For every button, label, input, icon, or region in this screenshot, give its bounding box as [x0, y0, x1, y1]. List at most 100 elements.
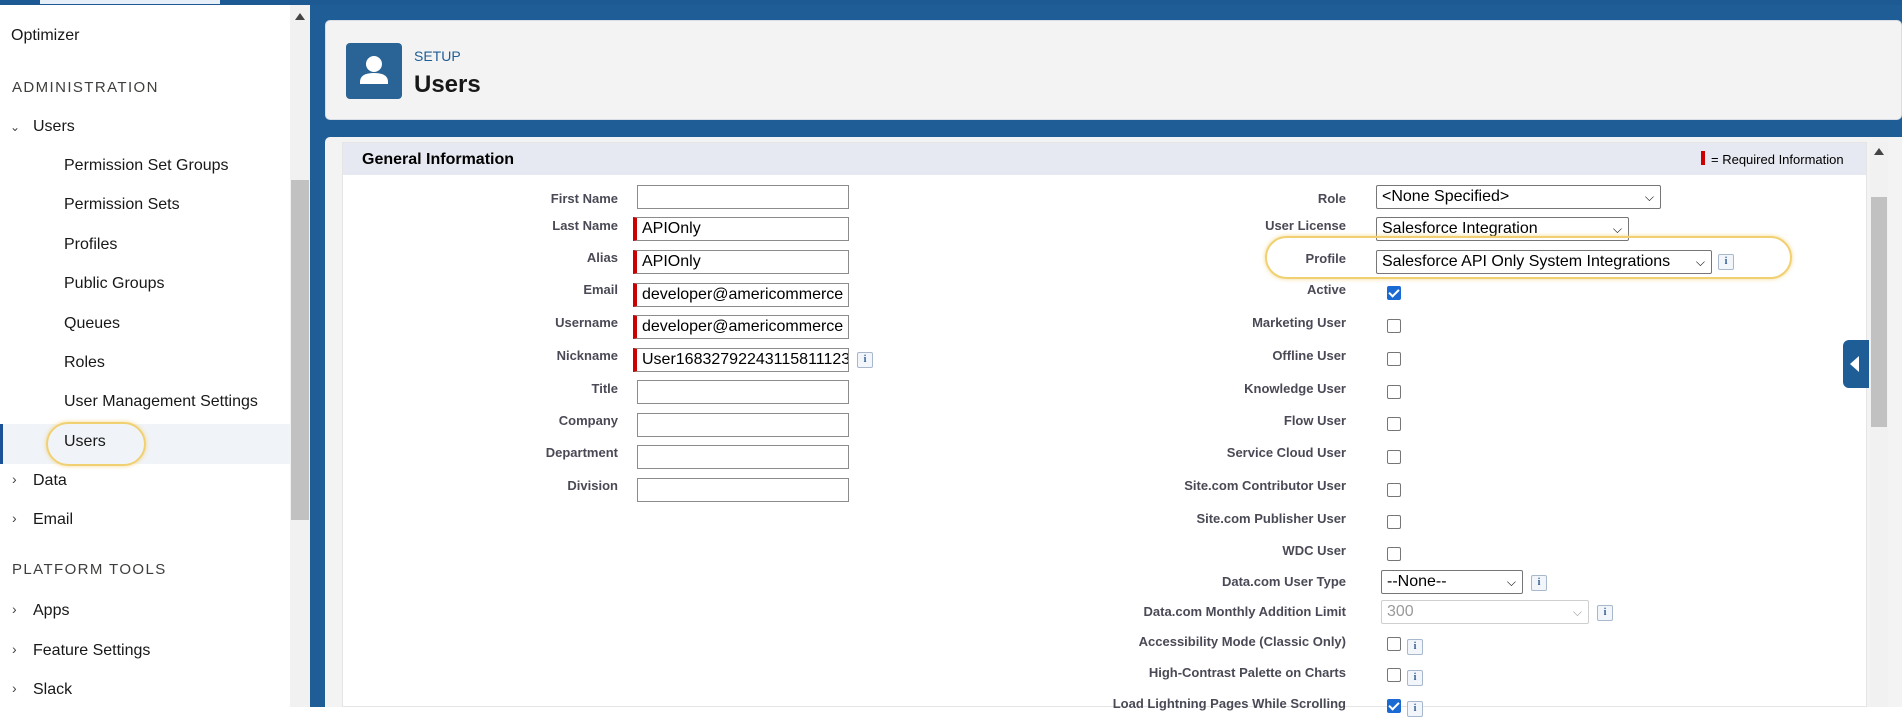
high-contrast-label: High-Contrast Palette on Charts [1148, 665, 1346, 680]
company-input[interactable] [637, 413, 849, 437]
sidebar-item-queues[interactable]: Queues [64, 315, 120, 333]
first-name-input[interactable] [637, 185, 849, 209]
user-license-label: User License [1265, 218, 1346, 233]
sidebar-item-public-groups[interactable]: Public Groups [64, 275, 165, 293]
alias-input[interactable]: APIOnly [633, 250, 849, 274]
site-publisher-checkbox[interactable] [1387, 515, 1401, 529]
load-lightning-checkbox[interactable] [1387, 699, 1401, 713]
accessibility-mode-label: Accessibility Mode (Classic Only) [1138, 634, 1346, 649]
title-input[interactable] [637, 380, 849, 404]
scroll-up-arrow-icon[interactable] [1874, 148, 1884, 155]
chevron-down-icon: ⌵ [1695, 255, 1705, 269]
email-label: Email [583, 282, 618, 297]
accessibility-mode-checkbox[interactable] [1387, 637, 1401, 651]
datacom-user-type-select[interactable]: --None-- ⌵ [1381, 570, 1523, 594]
chevron-down-icon: ⌵ [1572, 605, 1582, 619]
last-name-label: Last Name [552, 218, 618, 233]
flow-user-checkbox[interactable] [1387, 417, 1401, 431]
main-scroll-thumb[interactable] [1871, 197, 1887, 427]
datacom-monthly-limit-label: Data.com Monthly Addition Limit [1143, 604, 1346, 619]
flow-user-label: Flow User [1283, 413, 1346, 428]
nickname-label: Nickname [556, 348, 618, 363]
first-name-label: First Name [550, 191, 618, 206]
section-header: General Information = Required Informati… [343, 143, 1866, 175]
content-panel: General Information = Required Informati… [325, 137, 1902, 717]
site-publisher-label: Site.com Publisher User [1196, 511, 1346, 526]
knowledge-user-checkbox[interactable] [1387, 385, 1401, 399]
sidebar-scrollbar[interactable] [290, 5, 310, 707]
user-edit-form: General Information = Required Informati… [342, 142, 1867, 717]
section-title: General Information [362, 151, 515, 168]
nickname-input[interactable]: User16832792243115811123 [633, 348, 849, 372]
load-lightning-info-icon[interactable]: i [1407, 701, 1423, 717]
username-input[interactable]: developer@americommerce [633, 315, 849, 339]
collapse-panel-button[interactable] [1843, 340, 1869, 388]
sidebar-item-users-group[interactable]: Users [33, 118, 75, 136]
sidebar-item-permission-sets[interactable]: Permission Sets [64, 196, 180, 214]
chevron-right-icon[interactable]: › [12, 471, 17, 487]
chevron-down-icon[interactable]: ⌄ [10, 120, 20, 134]
wdc-user-checkbox[interactable] [1387, 547, 1401, 561]
role-value: <None Specified> [1382, 188, 1510, 205]
offline-user-label: Offline User [1272, 348, 1346, 363]
chevron-left-icon [1850, 356, 1859, 372]
profile-value: Salesforce API Only System Integrations [1382, 253, 1671, 270]
title-label: Title [591, 381, 619, 396]
load-lightning-label: Load Lightning Pages While Scrolling [1112, 696, 1346, 711]
username-label: Username [555, 315, 618, 330]
sidebar-scroll-thumb[interactable] [291, 180, 309, 520]
accessibility-mode-info-icon[interactable]: i [1407, 639, 1423, 655]
service-cloud-user-label: Service Cloud User [1226, 445, 1346, 460]
marketing-user-label: Marketing User [1252, 315, 1346, 330]
sidebar-item-feature-settings[interactable]: Feature Settings [33, 642, 150, 660]
sidebar-item-apps[interactable]: Apps [33, 602, 69, 620]
active-label: Active [1306, 282, 1346, 297]
scroll-up-arrow-icon[interactable] [295, 13, 305, 20]
service-cloud-user-checkbox[interactable] [1387, 450, 1401, 464]
datacom-user-type-value: --None-- [1387, 573, 1447, 590]
sidebar-item-user-management-settings[interactable]: User Management Settings [64, 393, 258, 411]
profile-select[interactable]: Salesforce API Only System Integrations ⌵ [1376, 250, 1712, 274]
datacom-user-type-info-icon[interactable]: i [1531, 575, 1547, 591]
sidebar-item-slack[interactable]: Slack [33, 681, 72, 699]
sidebar-item-permission-set-groups[interactable]: Permission Set Groups [64, 157, 229, 175]
role-select[interactable]: <None Specified> ⌵ [1376, 185, 1661, 209]
sidebar-item-email[interactable]: Email [33, 511, 73, 529]
chevron-down-icon: ⌵ [1506, 575, 1516, 589]
required-marker [1701, 151, 1705, 165]
user-icon [346, 43, 402, 99]
site-contributor-checkbox[interactable] [1387, 483, 1401, 497]
chevron-right-icon[interactable]: › [12, 641, 17, 657]
high-contrast-info-icon[interactable]: i [1407, 670, 1423, 686]
sidebar-heading-administration: ADMINISTRATION [12, 79, 159, 96]
division-input[interactable] [637, 478, 849, 502]
high-contrast-checkbox[interactable] [1387, 668, 1401, 682]
page-title: Users [414, 71, 481, 98]
marketing-user-checkbox[interactable] [1387, 319, 1401, 333]
required-legend: = Required Information [1711, 152, 1844, 167]
browser-tab-strip [40, 0, 220, 4]
department-label: Department [545, 445, 618, 460]
sidebar-item-roles[interactable]: Roles [64, 354, 105, 372]
chevron-right-icon[interactable]: › [12, 510, 17, 526]
chevron-right-icon[interactable]: › [12, 601, 17, 617]
datacom-monthly-limit-value: 300 [1387, 603, 1414, 620]
chevron-right-icon[interactable]: › [12, 680, 17, 696]
last-name-input[interactable]: APIOnly [633, 217, 849, 241]
sidebar-item-data[interactable]: Data [33, 472, 67, 490]
offline-user-checkbox[interactable] [1387, 352, 1401, 366]
breadcrumb[interactable]: SETUP [414, 48, 461, 64]
active-checkbox[interactable] [1387, 286, 1401, 300]
datacom-monthly-limit-info-icon[interactable]: i [1597, 605, 1613, 621]
page-header: SETUP Users [325, 20, 1902, 120]
setup-sidebar: Optimizer ADMINISTRATION ⌄ Users Permiss… [0, 5, 290, 707]
main-scrollbar[interactable] [1870, 142, 1888, 707]
datacom-user-type-label: Data.com User Type [1221, 574, 1346, 589]
nickname-info-icon[interactable]: i [857, 352, 873, 368]
company-label: Company [558, 413, 618, 428]
department-input[interactable] [637, 445, 849, 469]
profile-info-icon[interactable]: i [1718, 254, 1734, 270]
sidebar-item-profiles[interactable]: Profiles [64, 236, 117, 254]
email-input[interactable]: developer@americommerce [633, 283, 849, 307]
sidebar-item-optimizer[interactable]: Optimizer [11, 27, 79, 45]
